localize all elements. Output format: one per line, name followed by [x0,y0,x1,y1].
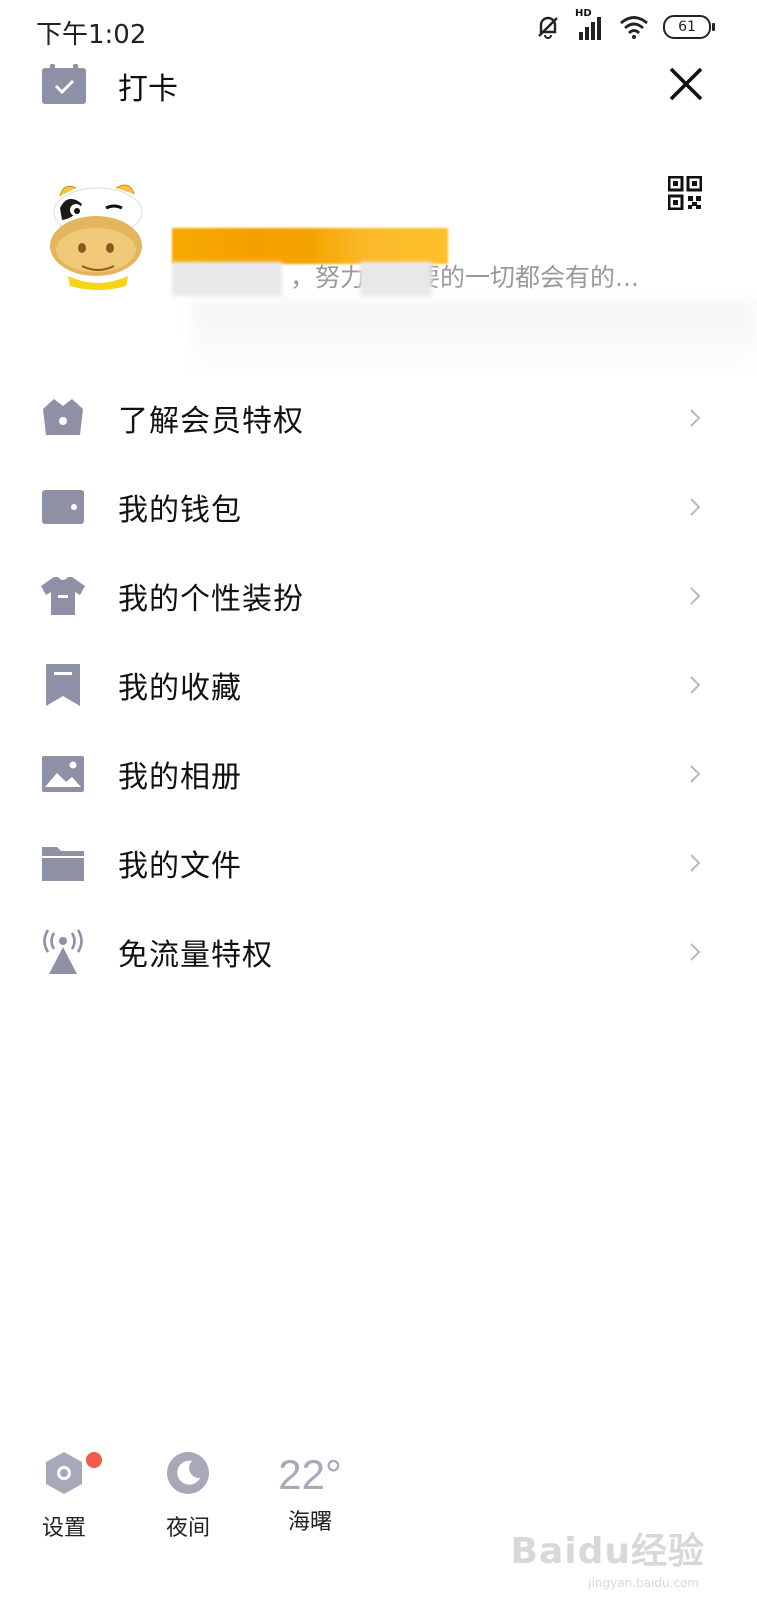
shirt-icon [41,576,85,615]
checkin-label[interactable]: 打卡 [118,64,178,108]
menu-item-favorites[interactable]: 我的收藏 [0,640,757,729]
chevron-right-icon [690,675,701,694]
status-icons: HD 61 [535,8,715,40]
night-label: 夜间 [165,1516,210,1541]
chevron-right-icon [690,497,701,516]
menu-label: 我的相册 [118,759,242,795]
menu-item-vip[interactable]: 了解会员特权 [0,373,757,462]
mute-icon [538,16,558,39]
signature-text: ，努力…想要的一切都会有的... [290,263,639,292]
menu-label: 我的钱包 [118,492,242,528]
menu-item-wallet[interactable]: 我的钱包 [0,462,757,551]
signal-tower-icon [43,928,83,974]
close-icon[interactable] [664,62,708,106]
qr-code-icon[interactable] [668,176,702,210]
chevron-right-icon [690,942,701,961]
wallet-icon [42,489,84,524]
menu-item-files[interactable]: 我的文件 [0,818,757,907]
menu-item-album[interactable]: 我的相册 [0,729,757,818]
signature-redacted-1 [172,262,282,296]
chevron-right-icon [690,586,701,605]
settings-label: 设置 [41,1516,86,1541]
moon-icon [167,1452,209,1494]
cell-signal-icon: HD [575,8,605,40]
battery-indicator: 61 [663,15,715,39]
calendar-check-icon[interactable] [42,64,86,104]
watermark: Baidu经验 [510,1531,705,1572]
avatar[interactable] [46,178,150,290]
menu-item-free-data[interactable]: 免流量特权 [0,907,757,996]
night-mode-button[interactable]: 夜间 [148,1450,228,1542]
chevron-right-icon [690,408,701,427]
chevron-right-icon [690,764,701,783]
signature-redacted-2 [360,262,432,296]
chevron-right-icon [690,853,701,872]
wifi-icon [620,16,648,39]
watermark-url: jingyan.baidu.com [588,1576,699,1590]
menu-label: 了解会员特权 [118,403,304,439]
weather-button[interactable]: 22° 海曙 [270,1450,350,1536]
status-time: 下午1:02 [36,20,147,50]
menu-item-dressup[interactable]: 我的个性装扮 [0,551,757,640]
gear-icon [46,1452,82,1494]
bookmark-icon [46,663,80,706]
weather-city: 海曙 [287,1510,332,1535]
notification-badge [86,1452,102,1468]
menu-label: 免流量特权 [118,937,273,973]
battery-level: 61 [678,19,696,35]
weather-temperature: 22° [278,1451,342,1498]
signature-shadow [190,300,757,380]
folder-icon [42,846,84,881]
menu-label: 我的收藏 [118,670,242,706]
menu-label: 我的个性装扮 [118,581,304,617]
crown-icon [43,398,83,435]
menu-label: 我的文件 [118,848,242,884]
image-icon [42,755,84,792]
